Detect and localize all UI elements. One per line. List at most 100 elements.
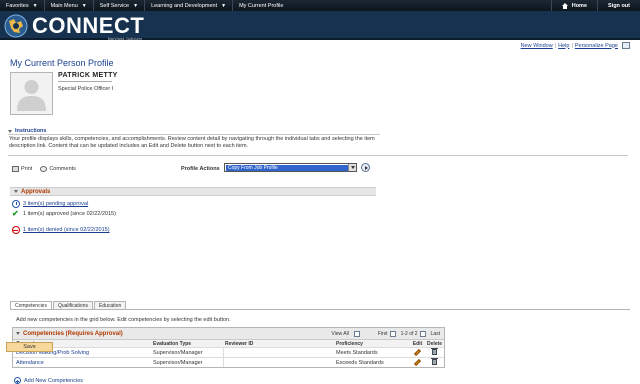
home-label: Home [571, 2, 587, 9]
tab-label: Education [98, 302, 122, 309]
learning-development-menu[interactable]: Learning and Development ▼ [145, 0, 234, 11]
tab-label: Competencies [15, 302, 47, 309]
divider [8, 134, 380, 135]
print-comments-row: Print Comments [12, 166, 76, 172]
learning-development-label: Learning and Development [151, 2, 218, 9]
add-competency-link[interactable]: Add New Competencies [24, 378, 83, 384]
denied-link[interactable]: 1 item(s) denied (since 02/22/2015) [23, 227, 110, 233]
favorites-label: Favorites [6, 2, 29, 9]
table-row: Attendance Supervisor/Manager Exceeds St… [13, 357, 444, 367]
breadcrumb[interactable]: My Current Profile [233, 0, 289, 11]
logo-word: CONNECT [32, 13, 145, 38]
proficiency-cell: Exceeds Standards [336, 359, 384, 366]
print-link[interactable]: Print [21, 166, 32, 172]
reviewer-id-cell [223, 358, 334, 367]
chevron-down-icon: ▼ [133, 2, 139, 9]
header-banner: CONNECT Maryland Judiciary [0, 11, 640, 41]
chevron-down-icon: ▼ [221, 2, 227, 9]
grid-title: Competencies (Requires Approval) [23, 330, 123, 337]
column-reviewer-id: Reviewer ID [225, 340, 254, 347]
denied-icon [12, 226, 20, 234]
proficiency-cell: Meets Standards [336, 349, 378, 356]
go-button[interactable] [361, 163, 370, 172]
profile-actions-select[interactable]: Copy From Job Profile [224, 163, 357, 172]
grid-range: 1-2 of 2 [400, 330, 418, 337]
comments-link[interactable]: Comments [49, 166, 76, 172]
link-separator: | [571, 42, 573, 49]
logo-subtitle: Maryland Judiciary [107, 37, 143, 41]
personalize-page-link[interactable]: Personalize Page [575, 43, 618, 49]
name-divider [58, 81, 112, 82]
next-icon[interactable] [419, 330, 426, 337]
breadcrumb-current: My Current Profile [239, 2, 284, 9]
profile-actions-value: Copy From Job Profile [226, 165, 348, 171]
connect-logo: CONNECT Maryland Judiciary [3, 13, 145, 41]
profile-actions-label: Profile Actions [181, 166, 220, 172]
person-job-title: Special Police Officer I [58, 86, 114, 92]
home-link[interactable]: Home [550, 0, 597, 11]
zoom-grid-icon[interactable] [353, 330, 360, 337]
competency-link[interactable]: Attendance [16, 360, 44, 366]
tabs-divider [10, 309, 630, 310]
save-button[interactable]: Save [6, 342, 53, 352]
evaluation-type-cell: Supervisor/Manager [153, 359, 203, 366]
sign-out-label: Sign out [608, 2, 630, 9]
pending-approval-row: 3 item(s) pending approval [12, 200, 88, 208]
self-service-label: Self Service [99, 2, 130, 9]
main-menu[interactable]: Main Menu ▼ [45, 0, 94, 11]
column-proficiency: Proficiency [336, 340, 363, 347]
chevron-down-icon: ▼ [81, 2, 87, 9]
instructions-text: Your profile displays skills, competenci… [9, 136, 375, 149]
tab-label: Qualifications [57, 302, 88, 309]
chevron-down-icon: ▼ [32, 2, 38, 9]
competencies-grid: Competencies (Requires Approval) View Al… [12, 327, 445, 368]
grid-column-headers: Competency Evaluation Type Reviewer ID P… [13, 339, 444, 347]
top-nav-bar: Favorites ▼ Main Menu ▼ Self Service ▼ Lear… [0, 0, 640, 11]
collapse-icon[interactable] [16, 332, 20, 335]
favorites-menu[interactable]: Favorites ▼ [0, 0, 45, 11]
view-all-link[interactable]: View All [331, 331, 348, 337]
logo-mark-icon [3, 13, 29, 39]
home-icon [561, 2, 569, 9]
reviewer-id-cell [223, 348, 334, 357]
divider [8, 155, 628, 156]
edit-pencil-icon[interactable] [413, 348, 422, 356]
previous-icon[interactable] [389, 330, 396, 337]
comments-icon[interactable] [40, 166, 48, 172]
approved-text: 1 item(s) approved (since 02/22/2015) [23, 211, 116, 217]
pending-approval-link[interactable]: 3 item(s) pending approval [23, 201, 88, 207]
main-menu-label: Main Menu [50, 2, 78, 9]
add-icon[interactable] [14, 377, 21, 384]
print-icon[interactable] [12, 166, 19, 172]
approvals-heading: Approvals [21, 188, 51, 195]
person-name: PATRICK METTY [58, 72, 118, 79]
link-separator: | [554, 42, 557, 49]
avatar [10, 72, 53, 115]
last-link[interactable]: Last [431, 331, 440, 337]
new-window-icon[interactable] [622, 42, 630, 49]
page-title: My Current Person Profile [10, 58, 114, 68]
help-link[interactable]: Help [558, 43, 569, 49]
new-window-link[interactable]: New Window [521, 43, 553, 49]
page-links: New Window | Help | Personalize Page [521, 42, 630, 49]
clock-icon [12, 200, 20, 208]
approvals-section-header[interactable]: Approvals [10, 187, 376, 196]
collapse-icon [8, 129, 12, 133]
grid-header: Competencies (Requires Approval) View Al… [13, 328, 444, 339]
save-label: Save [23, 344, 36, 350]
column-evaluation-type: Evaluation Type [153, 340, 191, 347]
chevron-down-icon[interactable] [348, 164, 356, 171]
add-competency-row[interactable]: Add New Competencies [14, 377, 83, 384]
denied-row: 1 item(s) denied (since 02/22/2015) [12, 226, 110, 234]
evaluation-type-cell: Supervisor/Manager [153, 349, 203, 356]
self-service-menu[interactable]: Self Service ▼ [94, 0, 146, 11]
first-link[interactable]: First [378, 331, 388, 337]
table-row: Decision Making/Prob Solving Supervisor/… [13, 347, 444, 357]
column-edit: Edit [412, 340, 423, 347]
delete-trash-icon[interactable] [431, 357, 438, 365]
grid-navigation: View All First 1-2 of 2 Last [326, 330, 444, 337]
person-silhouette-icon [17, 80, 46, 111]
delete-trash-icon[interactable] [431, 347, 438, 355]
sign-out-link[interactable]: Sign out [597, 0, 640, 11]
collapse-icon [14, 190, 18, 193]
